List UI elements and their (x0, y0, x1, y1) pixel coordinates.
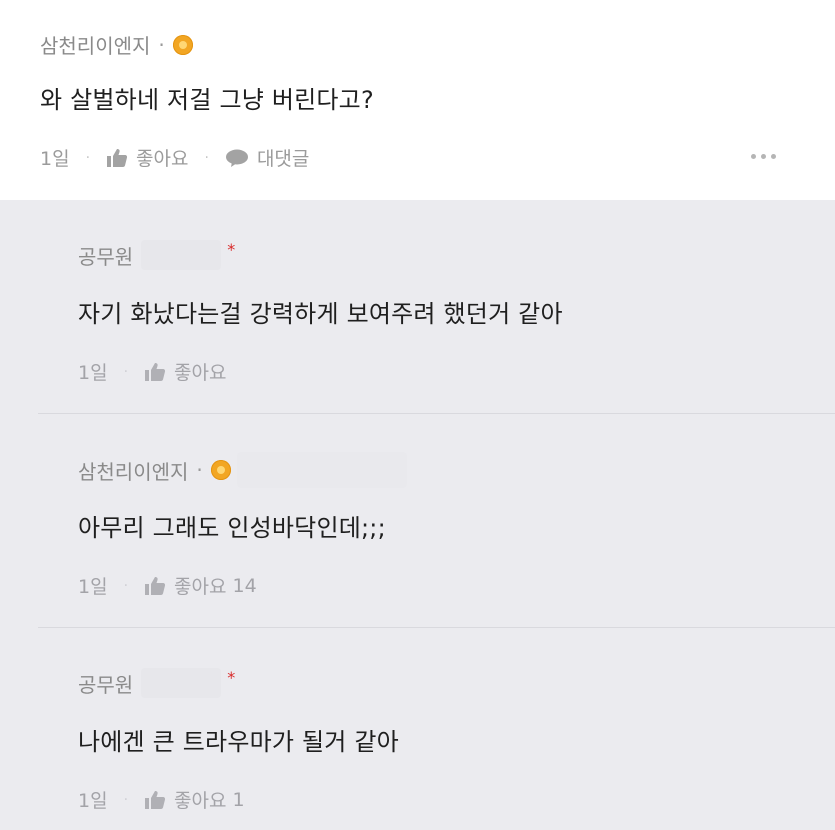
gold-badge-icon (172, 34, 193, 55)
more-dots-icon[interactable] (751, 154, 776, 159)
reply-item: 공무원 * 자기 화났다는걸 강력하게 보여주려 했던거 같아 1일 · 좋아요 (0, 200, 835, 414)
comment-thread: 삼천리이엔지 · 와 살벌하네 저걸 그냥 버린다고? 1일 · 좋아요 · 대… (0, 0, 835, 830)
thumbs-up-icon (145, 362, 166, 381)
like-count: 14 (232, 574, 257, 597)
author-star-icon: * (227, 239, 236, 259)
like-button[interactable]: 좋아요 1 (144, 786, 245, 813)
speech-bubble-icon (225, 149, 248, 167)
like-button[interactable]: 좋아요 (144, 358, 232, 385)
separator-dot: · (123, 363, 129, 380)
comment-text: 와 살벌하네 저걸 그냥 버린다고? (40, 86, 374, 114)
reply-author-name[interactable]: 공무원 (78, 241, 133, 270)
like-label: 좋아요 (174, 576, 227, 598)
reply-author-name[interactable]: 삼천리이엔지 (78, 456, 188, 485)
reply-item: 삼천리이엔지 · 아무리 그래도 인성바닥인데;;; 1일 · 좋아요 14 (0, 414, 835, 628)
like-count: 1 (232, 788, 245, 811)
redacted-name (141, 668, 222, 698)
reply-item: 공무원 * 나에겐 큰 트라우마가 될거 같아 1일 · 좋아요 1 (0, 628, 835, 830)
thumbs-up-icon (145, 576, 166, 595)
reply-meta: 1일 · 좋아요 (78, 358, 232, 385)
comment-meta: 1일 · 좋아요 · 대댓글 (40, 144, 309, 171)
like-label: 좋아요 (174, 362, 227, 384)
comment-author-line: 삼천리이엔지 · (40, 30, 193, 59)
separator-dot: · (204, 149, 209, 166)
separator-dot: · (158, 32, 165, 57)
like-button[interactable]: 좋아요 (106, 144, 188, 171)
gold-badge-icon (210, 460, 231, 480)
separator-dot: · (123, 791, 129, 808)
main-comment: 삼천리이엔지 · 와 살벌하네 저걸 그냥 버린다고? 1일 · 좋아요 · 대… (0, 0, 835, 200)
reply-button[interactable]: 대댓글 (225, 144, 309, 171)
comment-author-name[interactable]: 삼천리이엔지 (40, 30, 150, 59)
author-star-icon: * (227, 667, 236, 687)
reply-time: 1일 (78, 576, 108, 598)
reply-author-line: 삼천리이엔지 · (78, 452, 407, 488)
separator-dot: · (196, 458, 203, 482)
like-label: 좋아요 (136, 148, 189, 170)
reply-list: 공무원 * 자기 화났다는걸 강력하게 보여주려 했던거 같아 1일 · 좋아요 (0, 200, 835, 830)
like-button[interactable]: 좋아요 14 (144, 572, 257, 599)
comment-time: 1일 (40, 148, 70, 170)
reply-author-line: 공무원 * (78, 668, 235, 698)
reply-label: 대댓글 (256, 148, 310, 170)
thumbs-up-icon (145, 790, 166, 809)
reply-time: 1일 (78, 362, 108, 384)
reply-meta: 1일 · 좋아요 14 (78, 572, 257, 599)
reply-text: 나에겐 큰 트라우마가 될거 같아 (78, 728, 399, 756)
like-label: 좋아요 (174, 790, 227, 812)
separator-dot: · (85, 149, 91, 166)
reply-author-line: 공무원 * (78, 240, 235, 270)
reply-text: 자기 화났다는걸 강력하게 보여주려 했던거 같아 (78, 300, 563, 328)
redacted-name (141, 240, 222, 270)
reply-text: 아무리 그래도 인성바닥인데;;; (78, 514, 386, 542)
thumbs-up-icon (107, 148, 128, 167)
separator-dot: · (123, 577, 129, 594)
redacted-name (236, 452, 407, 488)
reply-time: 1일 (78, 790, 108, 812)
reply-meta: 1일 · 좋아요 1 (78, 786, 245, 813)
reply-author-name[interactable]: 공무원 (78, 669, 133, 698)
